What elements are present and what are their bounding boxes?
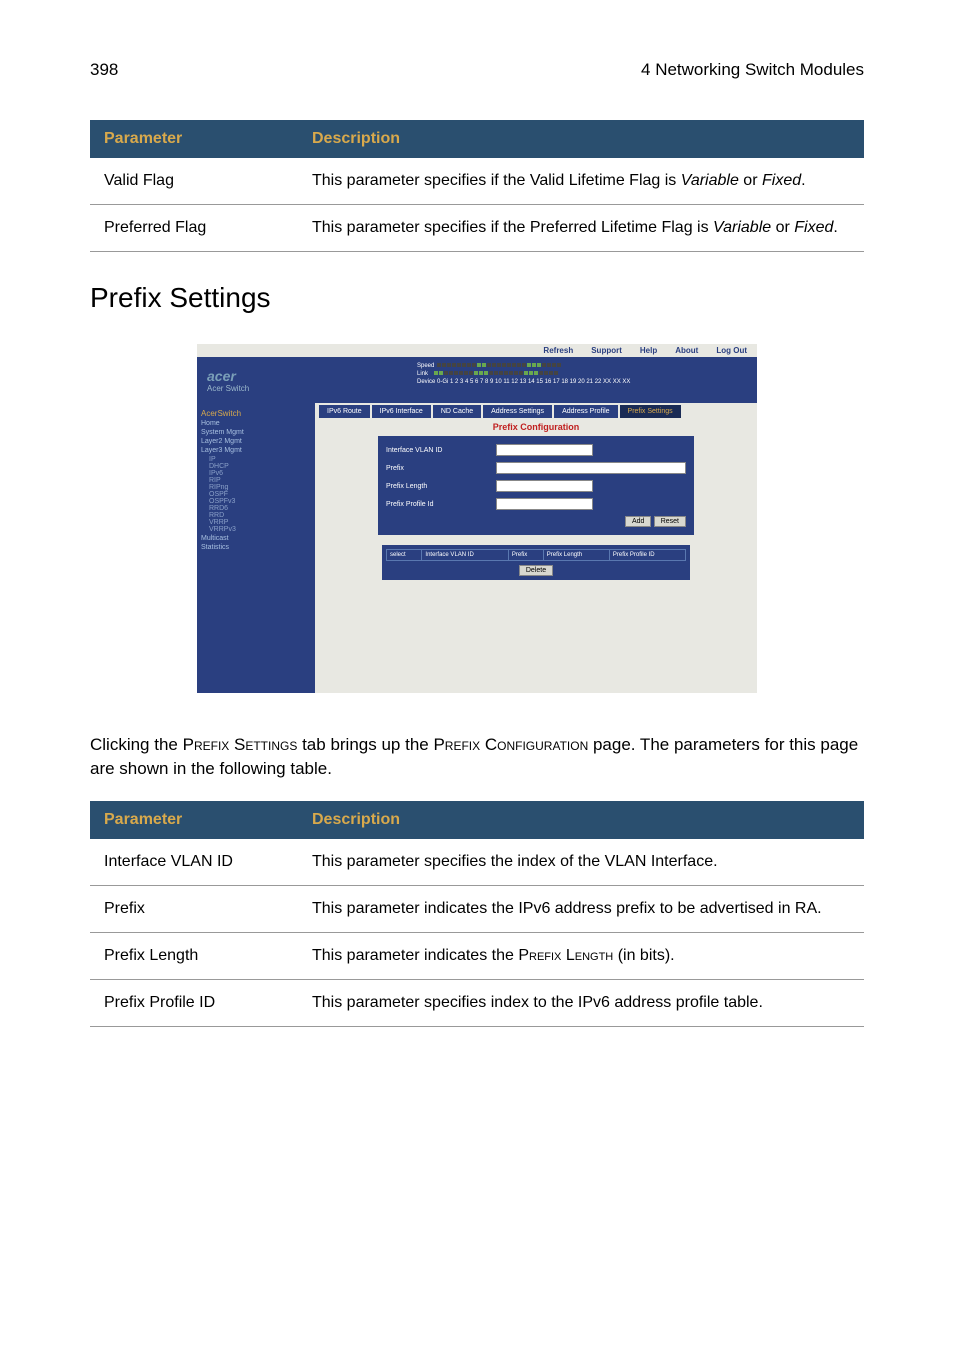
- param-desc: This parameter indicates the IPv6 addres…: [298, 885, 864, 932]
- port-status-panel: Speed Link Device 0-Gi 1 2 3 4 5 6 7 8 9…: [417, 363, 630, 386]
- banner: acer Acer Switch Speed Link Device 0-Gi …: [197, 357, 757, 403]
- brand-sub: Acer Switch: [207, 384, 249, 393]
- col-prefix-length: Prefix Length: [543, 550, 609, 561]
- param-desc: This parameter specifies if the Preferre…: [298, 205, 864, 252]
- sidebar-item-dhcp[interactable]: DHCP: [209, 463, 311, 470]
- chapter-title: 4 Networking Switch Modules: [641, 60, 864, 80]
- delete-button[interactable]: Delete: [519, 565, 553, 576]
- param-desc: This parameter specifies the index of th…: [298, 839, 864, 886]
- table-row: Preferred Flag This parameter specifies …: [90, 205, 864, 252]
- add-button[interactable]: Add: [625, 516, 651, 527]
- sidebar-item-rip[interactable]: RIP: [209, 477, 311, 484]
- reset-button[interactable]: Reset: [654, 516, 686, 527]
- sidebar-item-ripng[interactable]: RIPng: [209, 484, 311, 491]
- input-prefix-length[interactable]: [496, 480, 593, 492]
- label-prefix-profile-id: Prefix Profile Id: [386, 501, 496, 508]
- parameter-table-1: Parameter Description Valid Flag This pa…: [90, 120, 864, 252]
- content-title: Prefix Configuration: [315, 422, 757, 432]
- param-name: Interface VLAN ID: [90, 839, 298, 886]
- col-prefix-profile-id: Prefix Profile ID: [609, 550, 685, 561]
- body-paragraph: Clicking the Prefix Settings tab brings …: [90, 733, 864, 781]
- sidebar-item-vrrp[interactable]: VRRP: [209, 519, 311, 526]
- col-select: select: [387, 550, 422, 561]
- input-prefix-profile-id[interactable]: [496, 498, 593, 510]
- param-name: Prefix Length: [90, 932, 298, 979]
- param-name: Valid Flag: [90, 158, 298, 205]
- col-description: Description: [298, 801, 864, 839]
- sidebar-item-system[interactable]: System Mgmt: [201, 429, 311, 436]
- sidebar-item-ip[interactable]: IP: [209, 456, 311, 463]
- table-row: Valid Flag This parameter specifies if t…: [90, 158, 864, 205]
- top-links: Refresh Support Help About Log Out: [197, 344, 757, 357]
- link-support[interactable]: Support: [591, 346, 622, 355]
- sidebar-item-ospf[interactable]: OSPF: [209, 491, 311, 498]
- param-desc: This parameter specifies if the Valid Li…: [298, 158, 864, 205]
- parameter-table-2: Parameter Description Interface VLAN ID …: [90, 801, 864, 1027]
- label-interface-vlan-id: Interface VLAN ID: [386, 447, 496, 454]
- link-refresh[interactable]: Refresh: [543, 346, 573, 355]
- logo: acer Acer Switch: [207, 368, 249, 393]
- sidebar-item-ipv6[interactable]: IPv6: [209, 470, 311, 477]
- tab-prefix-settings[interactable]: Prefix Settings: [620, 405, 681, 418]
- sidebar-title: AcerSwitch: [201, 409, 311, 418]
- input-prefix[interactable]: [496, 462, 686, 474]
- col-description: Description: [298, 120, 864, 158]
- embedded-screenshot: Refresh Support Help About Log Out acer …: [90, 344, 864, 693]
- section-heading: Prefix Settings: [90, 282, 864, 314]
- page-number: 398: [90, 60, 118, 80]
- col-parameter: Parameter: [90, 801, 298, 839]
- input-interface-vlan-id[interactable]: [496, 444, 593, 456]
- table-row: Prefix Profile ID This parameter specifi…: [90, 979, 864, 1026]
- table-row: Prefix Length This parameter indicates t…: [90, 932, 864, 979]
- sidebar-item-vrrpv3[interactable]: VRRPv3: [209, 526, 311, 533]
- link-help[interactable]: Help: [640, 346, 657, 355]
- sidebar-item-ospfv3[interactable]: OSPFv3: [209, 498, 311, 505]
- sidebar-item-rrd6[interactable]: RRD6: [209, 505, 311, 512]
- tab-ipv6-interface[interactable]: IPv6 Interface: [372, 405, 431, 418]
- label-prefix-length: Prefix Length: [386, 483, 496, 490]
- link-logout[interactable]: Log Out: [716, 346, 747, 355]
- param-name: Preferred Flag: [90, 205, 298, 252]
- sidebar-item-home[interactable]: Home: [201, 420, 311, 427]
- sidebar-item-statistics[interactable]: Statistics: [201, 544, 311, 551]
- param-name: Prefix: [90, 885, 298, 932]
- tab-address-settings[interactable]: Address Settings: [483, 405, 552, 418]
- table-row: Interface VLAN ID This parameter specifi…: [90, 839, 864, 886]
- sidebar-item-layer2[interactable]: Layer2 Mgmt: [201, 438, 311, 445]
- tab-bar: IPv6 Route IPv6 Interface ND Cache Addre…: [319, 405, 757, 418]
- tab-nd-cache[interactable]: ND Cache: [433, 405, 481, 418]
- param-desc: This parameter indicates the Prefix Leng…: [298, 932, 864, 979]
- sidebar-item-rrd[interactable]: RRD: [209, 512, 311, 519]
- col-parameter: Parameter: [90, 120, 298, 158]
- prefix-form: Interface VLAN ID Prefix Prefix Length: [378, 436, 694, 535]
- sidebar-item-layer3[interactable]: Layer3 Mgmt: [201, 447, 311, 454]
- tab-address-profile[interactable]: Address Profile: [554, 405, 617, 418]
- sidebar: AcerSwitch Home System Mgmt Layer2 Mgmt …: [197, 403, 315, 693]
- table-row: Prefix This parameter indicates the IPv6…: [90, 885, 864, 932]
- link-about[interactable]: About: [675, 346, 698, 355]
- tab-ipv6-route[interactable]: IPv6 Route: [319, 405, 370, 418]
- page-header: 398 4 Networking Switch Modules: [90, 60, 864, 80]
- col-prefix: Prefix: [508, 550, 543, 561]
- param-desc: This parameter specifies index to the IP…: [298, 979, 864, 1026]
- result-table-panel: select Interface VLAN ID Prefix Prefix L…: [382, 545, 690, 580]
- brand-text: acer: [207, 368, 236, 384]
- param-name: Prefix Profile ID: [90, 979, 298, 1026]
- sidebar-item-multicast[interactable]: Multicast: [201, 535, 311, 542]
- col-interface-vlan-id: Interface VLAN ID: [422, 550, 508, 561]
- label-prefix: Prefix: [386, 465, 496, 472]
